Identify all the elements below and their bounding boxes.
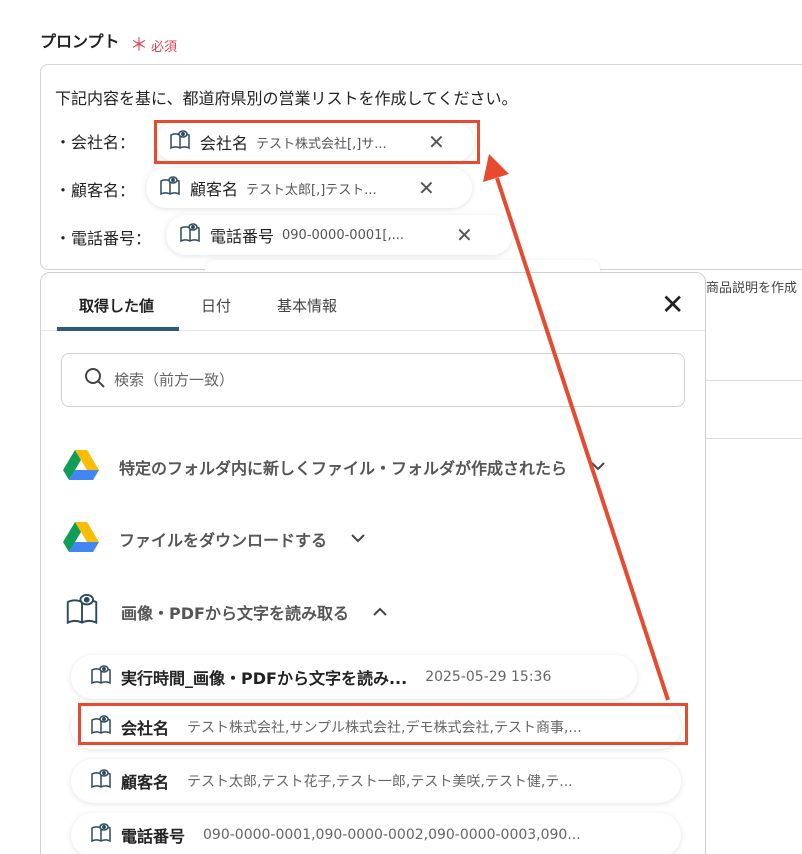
annotation-arrow bbox=[483, 154, 670, 701]
page: プロンプト ＊必須 下記内容を基に、都道府県別の営業リストを作成してください。 … bbox=[0, 0, 802, 854]
